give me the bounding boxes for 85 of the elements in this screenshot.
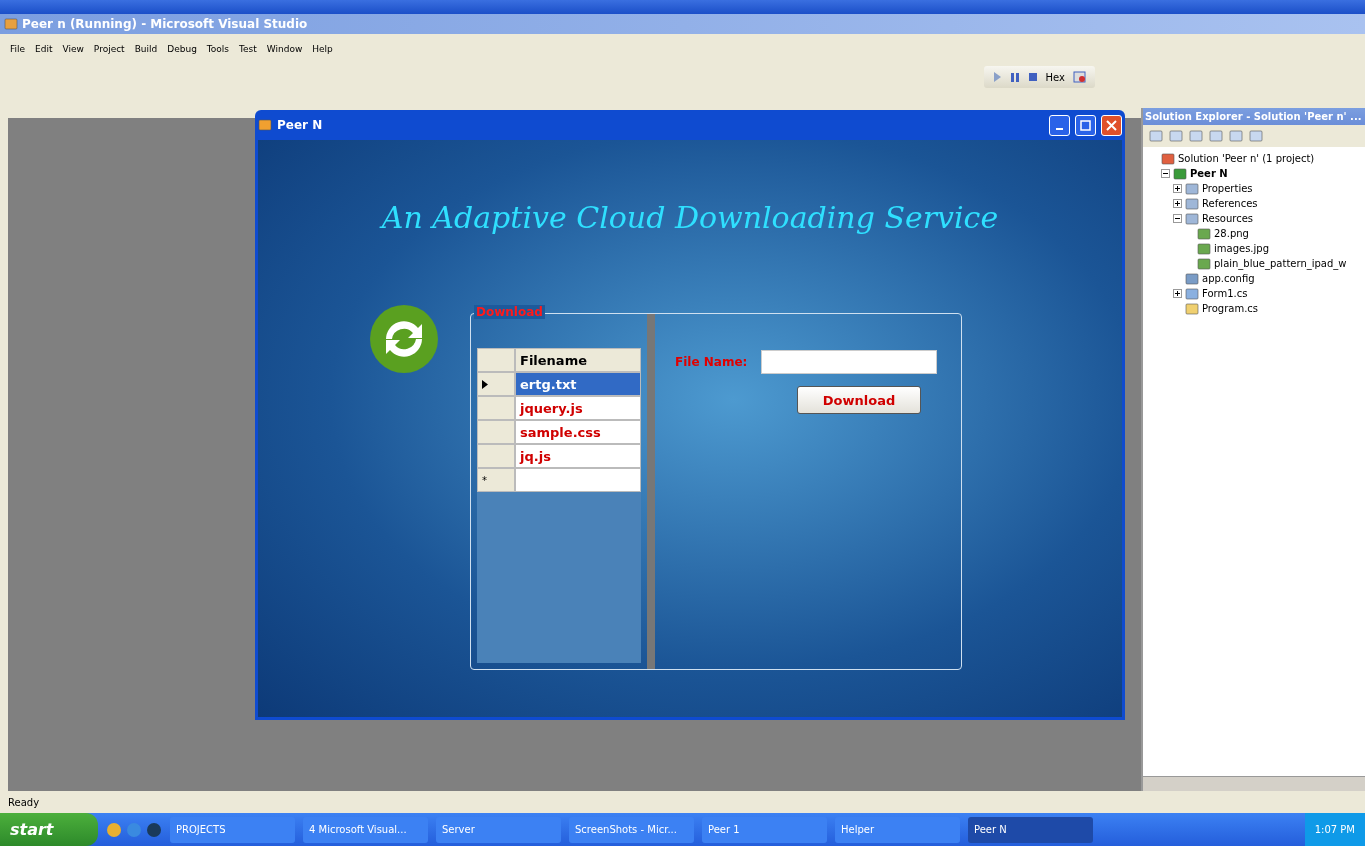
taskbar-button[interactable]: Helper	[835, 816, 960, 843]
tree-item[interactable]: images.jpg	[1214, 243, 1269, 254]
file-icon	[1197, 226, 1211, 241]
toolbar-icon	[1169, 129, 1183, 143]
hex-toggle[interactable]: Hex	[1045, 71, 1065, 83]
file-icon	[1173, 166, 1187, 181]
tree-item[interactable]: References	[1202, 198, 1258, 209]
row-pointer-icon	[482, 379, 488, 389]
file-name-field[interactable]	[761, 350, 938, 374]
menu-item[interactable]: Edit	[35, 44, 53, 54]
toolbar-icon	[1209, 129, 1223, 143]
menu-item[interactable]: Help	[312, 44, 333, 54]
file-icon	[1161, 151, 1175, 166]
minimize-button[interactable]	[1049, 114, 1070, 136]
menu-item[interactable]: Window	[266, 44, 303, 54]
tree-item[interactable]: Program.cs	[1202, 303, 1259, 314]
status-text: Ready	[7, 795, 41, 810]
menu-item[interactable]: Tools	[206, 44, 230, 54]
taskbar-button[interactable]: Peer N	[968, 816, 1093, 843]
expand-icon[interactable]	[1173, 199, 1182, 208]
heading: An Adaptive Cloud Downloading Service	[381, 200, 999, 235]
quick-launch-icons[interactable]	[106, 821, 162, 838]
row-header[interactable]	[477, 372, 515, 396]
folder-icon	[1185, 211, 1199, 226]
pause-icon[interactable]	[1009, 71, 1020, 83]
table-cell[interactable]: jquery.js	[515, 396, 641, 420]
file-icon	[1185, 286, 1199, 301]
download-button[interactable]: Download	[797, 386, 921, 414]
expand-icon[interactable]	[1173, 289, 1182, 298]
file-icon	[1185, 301, 1199, 316]
toolbar-icon	[1149, 129, 1163, 143]
expand-icon[interactable]	[1173, 184, 1182, 193]
column-header[interactable]: Filename	[515, 348, 641, 372]
breakpoint-icon[interactable]	[1073, 71, 1087, 83]
tree-item[interactable]: Properties	[1202, 183, 1253, 194]
toolbar-icon	[1249, 129, 1263, 143]
maximize-button[interactable]	[1075, 114, 1096, 136]
tree-item[interactable]: Solution 'Peer n' (1 project)	[1178, 153, 1315, 164]
app-icon	[258, 118, 272, 132]
app-icon	[4, 17, 18, 31]
file-icon	[1197, 256, 1211, 271]
refresh-icon	[368, 303, 440, 375]
taskbar-button[interactable]: PROJECTS	[170, 816, 295, 843]
stop-icon[interactable]	[1027, 71, 1038, 83]
tree-item[interactable]: Resources	[1202, 213, 1254, 224]
table-cell[interactable]: ertg.txt	[515, 372, 641, 396]
tree-item[interactable]: 28.png	[1214, 228, 1249, 239]
maximize-icon	[1080, 119, 1091, 131]
tree-item[interactable]: app.config	[1202, 273, 1255, 284]
file-icon	[1185, 271, 1199, 286]
corner-header	[477, 348, 515, 372]
taskbar-button[interactable]: ScreenShots - Micr...	[569, 816, 694, 843]
taskbar-button[interactable]: Server	[436, 816, 561, 843]
tree-item[interactable]: plain_blue_pattern_ipad_w	[1214, 258, 1347, 269]
toolbar-icon	[1189, 129, 1203, 143]
start-button[interactable]: start	[0, 813, 98, 846]
folder-icon	[1185, 196, 1199, 211]
menu-item[interactable]: Project	[93, 44, 125, 54]
group-label: Download	[474, 305, 545, 319]
panel-title: Solution Explorer - Solution 'Peer n' ...	[1143, 108, 1365, 125]
tree-item[interactable]: Form1.cs	[1202, 288, 1248, 299]
clock: 1:07 PM	[1314, 824, 1355, 835]
table-cell[interactable]: sample.css	[515, 420, 641, 444]
new-row-marker[interactable]: *	[477, 468, 515, 492]
menu-item[interactable]: Build	[134, 44, 158, 54]
window-title: Peer n (Running) - Microsoft Visual Studio	[22, 17, 308, 31]
window-title: Peer N	[277, 118, 324, 132]
close-button[interactable]	[1101, 114, 1122, 136]
file-icon	[1197, 241, 1211, 256]
menu-item[interactable]: Test	[239, 44, 257, 54]
collapse-icon[interactable]	[1161, 169, 1170, 178]
folder-icon	[1185, 181, 1199, 196]
field-label: File Name:	[675, 355, 748, 369]
menu-item[interactable]: View	[62, 44, 84, 54]
toolbar-icon	[1229, 129, 1243, 143]
table-cell[interactable]: jq.js	[515, 444, 641, 468]
horizontal-scrollbar[interactable]	[1143, 776, 1365, 791]
taskbar-button[interactable]: Peer 1	[702, 816, 827, 843]
tree-item[interactable]: Peer N	[1190, 168, 1228, 179]
close-icon	[1106, 119, 1117, 131]
menu-item[interactable]: File	[10, 44, 26, 54]
menu-item[interactable]: Debug	[167, 44, 197, 54]
collapse-icon[interactable]	[1173, 214, 1182, 223]
minimize-icon	[1056, 128, 1063, 130]
taskbar-button[interactable]: 4 Microsoft Visual...	[303, 816, 428, 843]
